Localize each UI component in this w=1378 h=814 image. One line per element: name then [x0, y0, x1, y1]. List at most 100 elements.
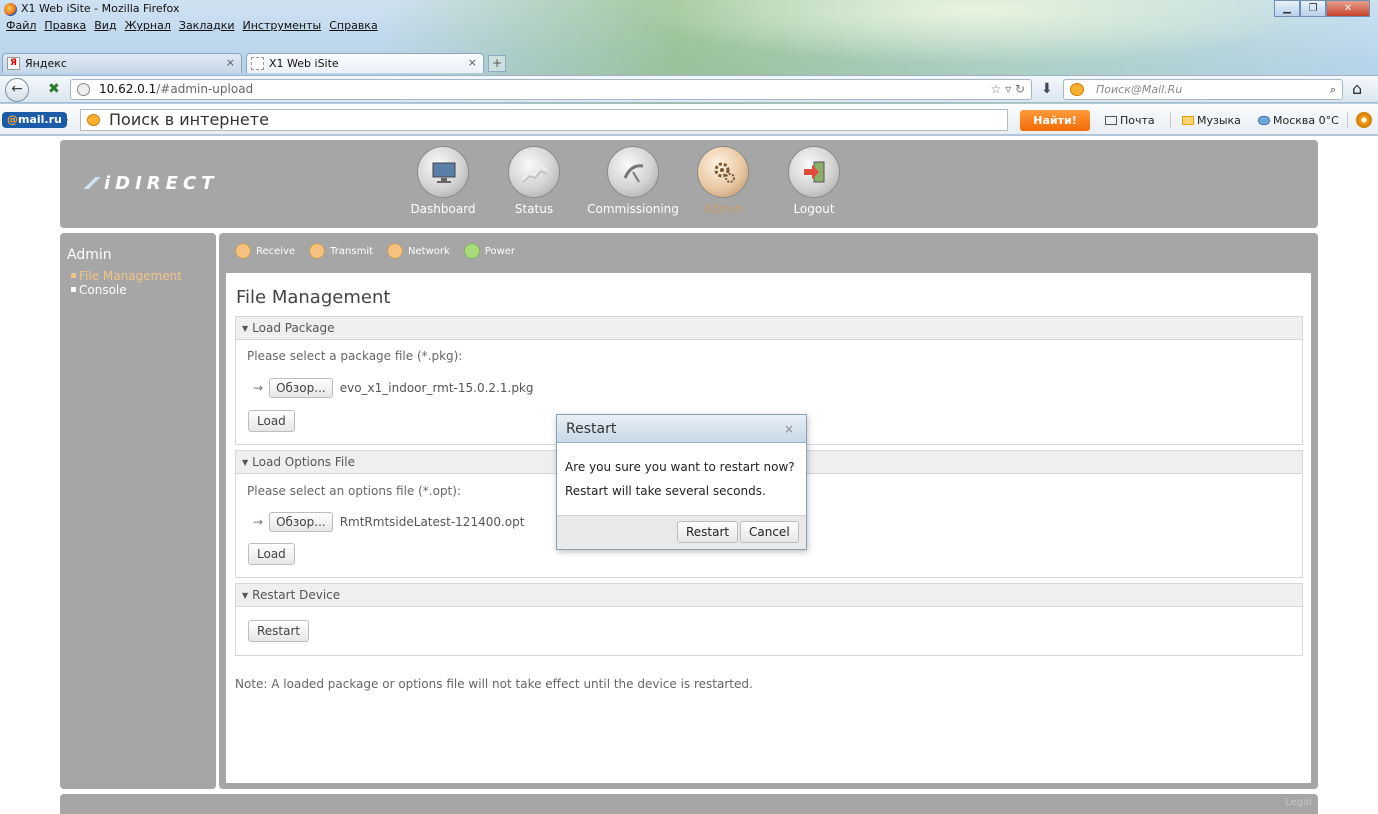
dialog-header[interactable]: Restart × — [557, 415, 806, 443]
bookmark-star-icon[interactable]: ☆ — [990, 82, 1001, 96]
menu-edit[interactable]: Правка — [44, 19, 86, 36]
menu-tools[interactable]: Инструменты — [243, 19, 322, 36]
section-title: Load Options File — [252, 455, 355, 469]
section-header[interactable]: ▼ Load Package — [236, 317, 1302, 340]
browse-button[interactable]: Обзор... — [269, 512, 333, 532]
tab-yandex[interactable]: Я Яндекс × — [2, 53, 242, 73]
sidebar-title: Admin — [67, 247, 112, 263]
addon-icon[interactable]: ✖ — [48, 81, 60, 97]
music-link[interactable]: Музыка — [1182, 114, 1241, 127]
app-header: iDIRECT Dashboard Status Commissioning A… — [60, 140, 1318, 228]
close-window-button[interactable]: ✕ — [1326, 0, 1370, 17]
download-icon[interactable]: ⬇ — [1041, 81, 1053, 97]
url-host: 10.62.0.1 — [99, 82, 157, 96]
mailru-logo-at: @ — [7, 113, 18, 126]
menu-help[interactable]: Справка — [329, 19, 377, 36]
dialog-body: Are you sure you want to restart now? Re… — [557, 443, 806, 503]
status-subnav: Receive Transmit Network Power — [235, 243, 515, 259]
navigation-bar: ← ✖ 10.62.0.1/#admin-upload ☆ ▿ ↻ ⬇ Поис… — [0, 75, 1378, 103]
nav-dashboard[interactable]: Dashboard — [403, 146, 483, 226]
settings-gear-icon[interactable] — [1356, 112, 1372, 128]
mailru-search-input[interactable]: Поиск в интернете — [80, 109, 1008, 131]
new-tab-button[interactable]: + — [488, 55, 506, 72]
weather-cloud-icon — [1258, 116, 1270, 125]
back-button[interactable]: ← — [5, 78, 29, 102]
close-tab-icon[interactable]: × — [226, 56, 235, 69]
restart-device-section: ▼ Restart Device Restart — [235, 583, 1303, 656]
package-file-row: → Обзор... evo_x1_indoor_rmt-15.0.2.1.pk… — [253, 378, 534, 398]
subnav-transmit[interactable]: Transmit — [309, 243, 373, 259]
subnav-network[interactable]: Network — [387, 243, 450, 259]
search-icon[interactable]: ⌕ — [1330, 80, 1336, 99]
sidebar-item-console[interactable]: Console — [67, 283, 216, 297]
chart-icon — [508, 146, 560, 198]
mailru-toolbar: @mail.ru · Поиск в интернете Найти! Почт… — [0, 104, 1378, 135]
mailru-menu-dot[interactable]: · — [65, 113, 69, 127]
menu-bar: Файл Правка Вид Журнал Закладки Инструме… — [0, 19, 378, 36]
confirm-restart-button[interactable]: Restart — [677, 521, 739, 543]
url-path: /#admin-upload — [156, 82, 254, 96]
url-bar[interactable]: 10.62.0.1/#admin-upload ☆ ▿ ↻ — [70, 79, 1032, 100]
search-input[interactable]: Поиск@Mail.Ru ⌕ — [1063, 79, 1343, 100]
section-header[interactable]: ▼ Restart Device — [236, 584, 1302, 607]
nav-label: Logout — [793, 202, 835, 216]
status-dot-icon — [309, 243, 326, 259]
menu-history[interactable]: Журнал — [125, 19, 171, 36]
mail-link[interactable]: Почта — [1105, 114, 1155, 127]
selected-file-name: RmtRmtsideLatest-121400.opt — [339, 515, 525, 529]
nav-commissioning[interactable]: Commissioning — [585, 146, 681, 226]
sidebar-item-file-management[interactable]: File Management — [67, 269, 216, 283]
browse-button[interactable]: Обзор... — [269, 378, 333, 398]
load-options-button[interactable]: Load — [248, 543, 295, 565]
subnav-receive[interactable]: Receive — [235, 243, 295, 259]
firefox-icon — [4, 3, 17, 16]
nav-logout[interactable]: Logout — [774, 146, 854, 226]
subnav-power[interactable]: Power — [463, 243, 515, 259]
legal-link[interactable]: Legal — [1285, 797, 1312, 808]
find-button[interactable]: Найти! — [1020, 110, 1090, 131]
weather-link[interactable]: Москва 0°C — [1258, 114, 1339, 127]
home-icon[interactable]: ⌂ — [1352, 79, 1362, 98]
subnav-label: Network — [408, 245, 450, 257]
caret-down-icon: ▼ — [242, 591, 249, 600]
reload-icon[interactable]: ↻ — [1015, 82, 1025, 96]
page-title: File Management — [236, 287, 391, 308]
monitor-icon — [417, 146, 469, 198]
dialog-message: Are you sure you want to restart now? — [565, 460, 795, 474]
menu-file[interactable]: Файл — [6, 19, 36, 36]
close-tab-icon[interactable]: × — [468, 56, 477, 69]
section-title: Load Package — [252, 321, 335, 335]
load-package-button[interactable]: Load — [248, 410, 295, 432]
menu-view[interactable]: Вид — [94, 19, 116, 36]
restart-device-button[interactable]: Restart — [248, 620, 310, 642]
close-icon[interactable]: × — [784, 415, 794, 443]
menu-bookmarks[interactable]: Закладки — [179, 19, 235, 36]
back-arrow-icon: ← — [11, 81, 23, 97]
minimize-button[interactable]: ▁ — [1274, 0, 1300, 17]
caret-down-icon: ▼ — [242, 324, 249, 333]
dropdown-icon[interactable]: ▿ — [1005, 82, 1011, 96]
music-link-label: Музыка — [1197, 114, 1241, 127]
divider — [1170, 112, 1171, 128]
maximize-button[interactable]: ❐ — [1300, 0, 1326, 17]
sidebar-item-label: File Management — [79, 269, 182, 283]
nav-label: Dashboard — [410, 202, 476, 216]
search-engine-icon — [87, 114, 100, 126]
cancel-button[interactable]: Cancel — [740, 521, 799, 543]
window-controls: ▁ ❐ ✕ — [1274, 0, 1370, 17]
page-icon — [251, 57, 264, 70]
package-prompt: Please select a package file (*.pkg): — [247, 349, 463, 363]
nav-status[interactable]: Status — [494, 146, 574, 226]
window-titlebar: X1 Web iSite - Mozilla Firefox ▁ ❐ ✕ — [0, 0, 1378, 19]
tab-x1-web-isite[interactable]: X1 Web iSite × — [246, 53, 484, 73]
dialog-detail: Restart will take several seconds. — [565, 484, 766, 498]
selected-file-name: evo_x1_indoor_rmt-15.0.2.1.pkg — [339, 381, 534, 395]
mailru-logo[interactable]: @mail.ru — [2, 112, 67, 128]
tab-bar: Я Яндекс × X1 Web iSite × + — [0, 52, 1378, 74]
nav-admin[interactable]: Admin — [683, 146, 763, 226]
subnav-label: Receive — [256, 245, 296, 257]
dialog-title: Restart — [566, 421, 617, 437]
dialog-footer: Restart Cancel — [557, 515, 806, 549]
logo-swoosh-icon — [80, 177, 102, 189]
nav-label: Commissioning — [587, 202, 679, 216]
